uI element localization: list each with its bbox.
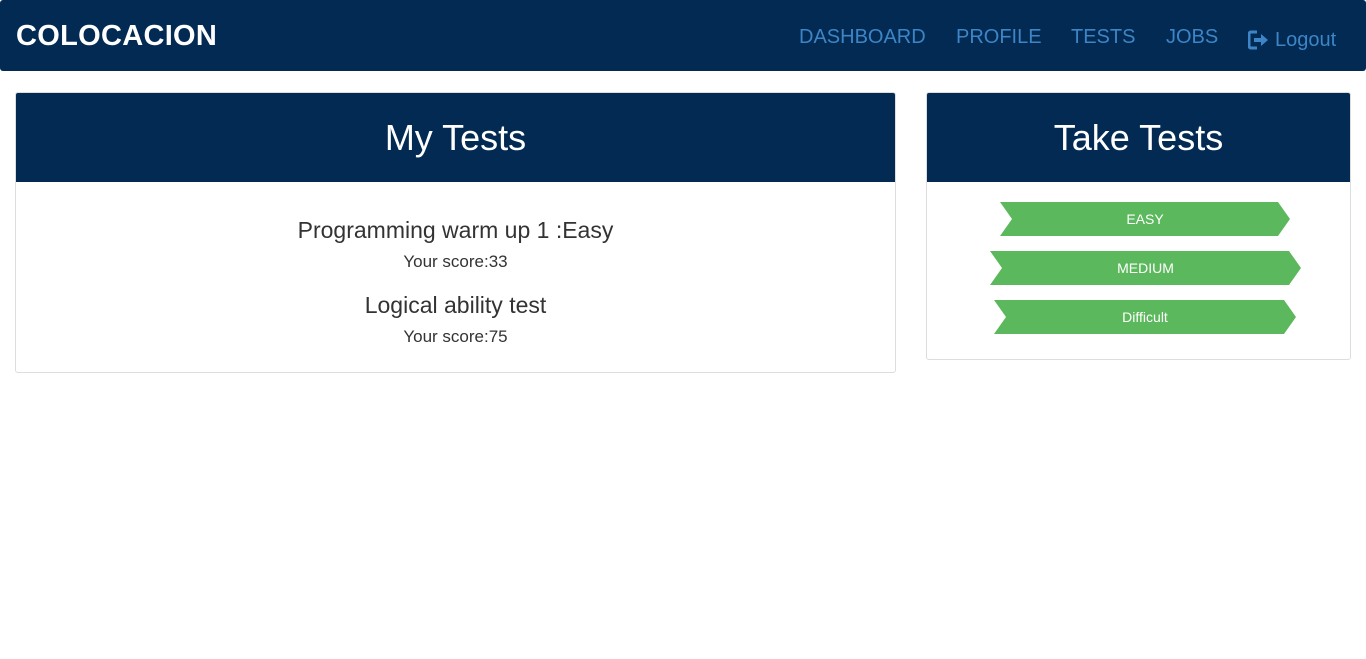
difficult-test-button[interactable]: Difficult <box>994 300 1296 334</box>
test-title: Programming warm up 1 :Easy <box>297 217 614 243</box>
logout-link[interactable]: Logout <box>1248 27 1336 53</box>
my-tests-panel: My Tests Programming warm up 1 :Easy You… <box>15 92 896 373</box>
nav-jobs-link[interactable]: JOBS <box>1166 25 1218 49</box>
brand-logo[interactable]: COLOCACION <box>16 19 217 53</box>
nav-dashboard-link[interactable]: DASHBOARD <box>799 25 926 49</box>
my-tests-heading: My Tests <box>16 93 895 182</box>
test-score: Your score:75 <box>403 327 508 346</box>
medium-test-button[interactable]: MEDIUM <box>990 251 1301 285</box>
easy-test-button[interactable]: EASY <box>1000 202 1290 236</box>
take-tests-heading: Take Tests <box>927 93 1350 182</box>
take-tests-panel: Take Tests EASY MEDIUM Difficult <box>926 92 1351 360</box>
nav-profile-link[interactable]: PROFILE <box>956 25 1042 49</box>
top-navbar: COLOCACION DASHBOARD PROFILE TESTS JOBS … <box>0 0 1366 71</box>
logout-label: Logout <box>1275 28 1337 51</box>
logout-icon <box>1248 30 1268 50</box>
nav-tests-link[interactable]: TESTS <box>1071 25 1135 49</box>
test-title: Logical ability test <box>364 292 547 318</box>
test-score: Your score:33 <box>403 252 508 271</box>
